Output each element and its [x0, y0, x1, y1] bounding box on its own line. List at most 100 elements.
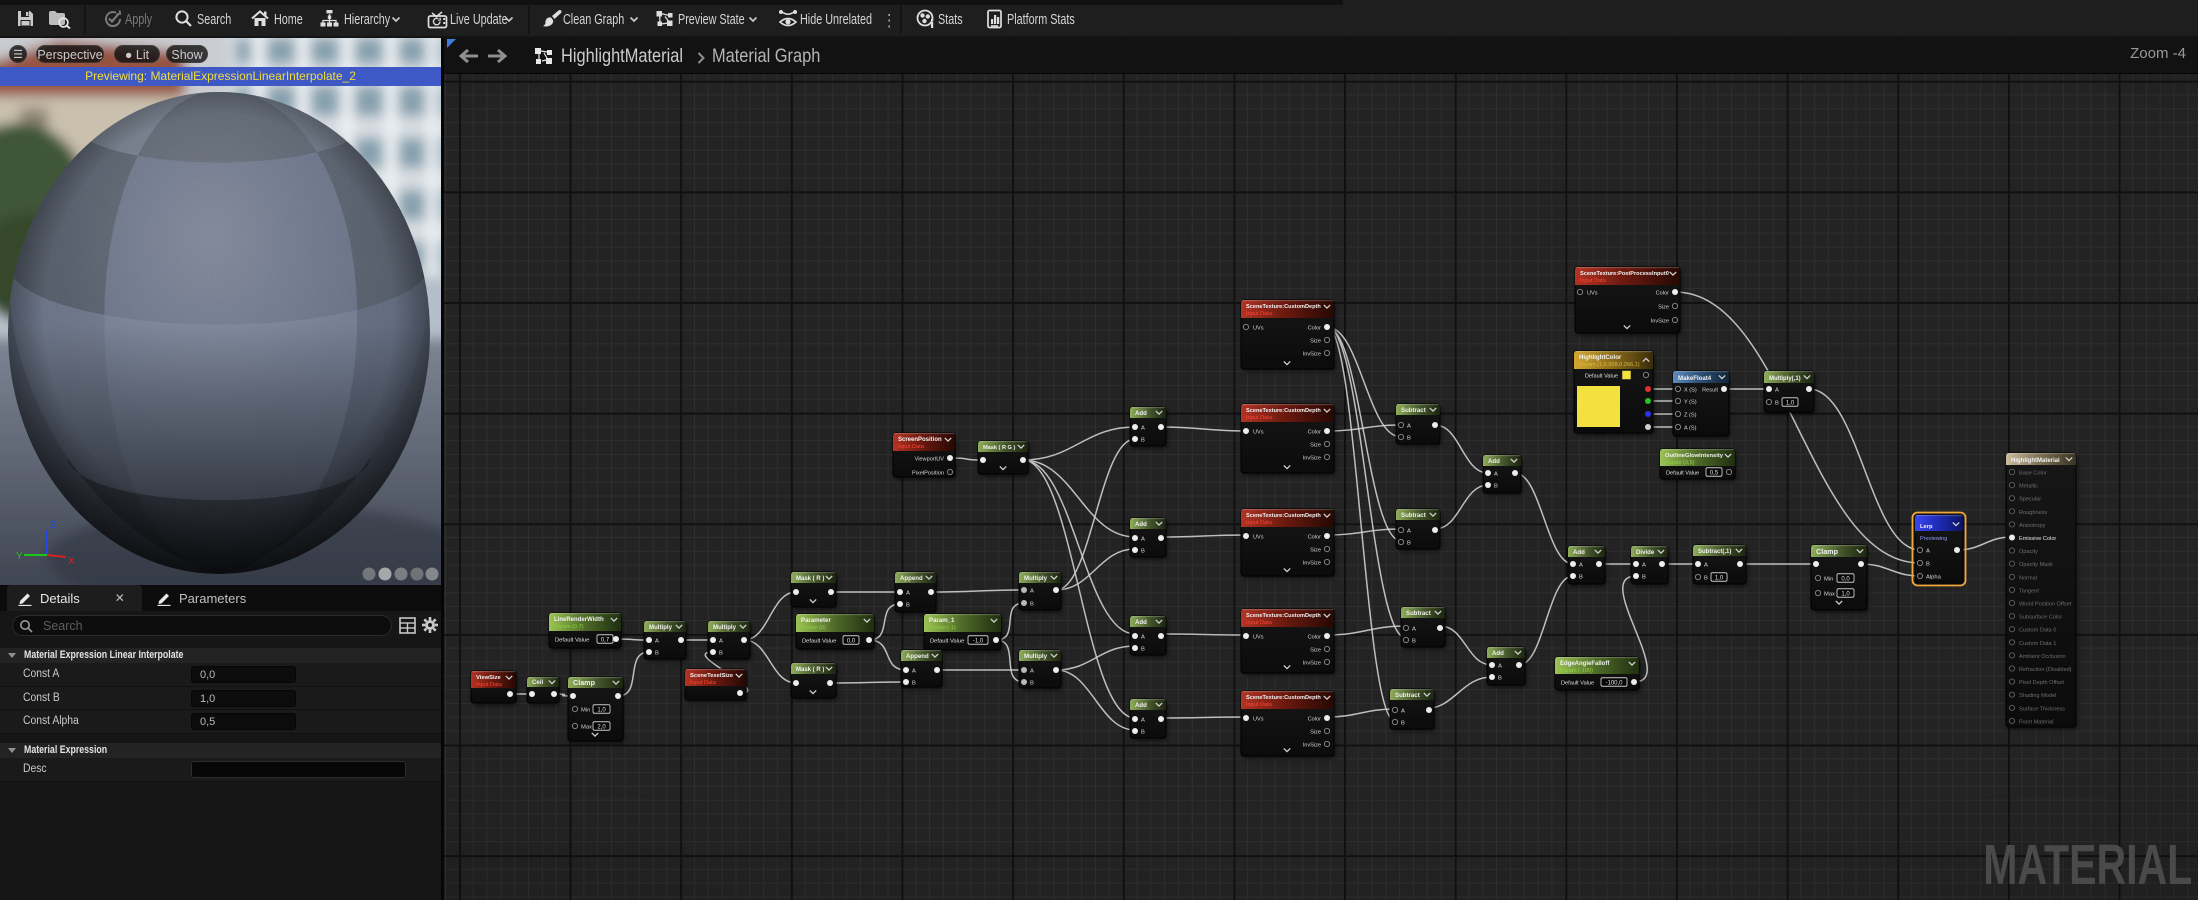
svg-text:Add: Add: [1573, 549, 1585, 556]
svg-text:Default Value: Default Value: [802, 639, 836, 645]
svg-text:Lerp: Lerp: [1920, 524, 1933, 530]
svg-text:Y (S): Y (S): [1684, 400, 1697, 406]
svg-text:Add: Add: [1488, 458, 1500, 465]
svg-text:Default Value: Default Value: [930, 639, 964, 645]
svg-text:A: A: [912, 669, 916, 675]
svg-text:A: A: [1926, 549, 1930, 555]
svg-text:Default Value: Default Value: [555, 638, 589, 644]
svg-text:B: B: [719, 651, 723, 657]
svg-text:Multiply: Multiply: [1024, 575, 1048, 582]
svg-text:Shading Model: Shading Model: [2019, 693, 2056, 699]
svg-text:1,0: 1,0: [1841, 591, 1850, 597]
svg-text:Color: Color: [1308, 535, 1322, 541]
svg-text:Alpha: Alpha: [1926, 575, 1942, 581]
svg-text:SceneTexture:CustomDepth: SceneTexture:CustomDepth: [1246, 408, 1321, 414]
svg-text:Z (S): Z (S): [1684, 413, 1697, 419]
svg-text:Clamp: Clamp: [1816, 547, 1839, 556]
svg-text:A: A: [1412, 627, 1416, 633]
svg-text:Color: Color: [1308, 326, 1322, 332]
svg-text:A: A: [655, 639, 659, 645]
svg-text:InvSize: InvSize: [1303, 456, 1321, 462]
svg-text:Subtract: Subtract: [1406, 610, 1431, 617]
svg-text:B: B: [1141, 647, 1145, 653]
svg-text:Emissive Color: Emissive Color: [2019, 536, 2056, 542]
svg-text:Max: Max: [581, 725, 592, 731]
svg-text:A: A: [719, 639, 723, 645]
svg-text:A: A: [1775, 388, 1779, 394]
svg-text:ViewSize: ViewSize: [476, 675, 501, 681]
svg-text:Multiply: Multiply: [1024, 653, 1048, 660]
svg-text:B: B: [1579, 575, 1583, 581]
svg-text:Y: Y: [16, 551, 23, 562]
svg-text:Color: Color: [1308, 635, 1322, 641]
svg-text:B: B: [1704, 576, 1708, 582]
svg-text:Append: Append: [906, 653, 929, 660]
svg-text:0,7: 0,7: [601, 637, 610, 643]
svg-text:HighlightColor: HighlightColor: [1579, 354, 1622, 361]
svg-text:Surface Thickness: Surface Thickness: [2019, 706, 2065, 712]
svg-text:A: A: [1407, 424, 1411, 430]
svg-text:Size: Size: [1310, 730, 1321, 736]
svg-text:Param (0): Param (0): [801, 625, 826, 631]
svg-text:Divide: Divide: [1636, 549, 1655, 556]
svg-text:Param_1: Param_1: [929, 617, 955, 624]
svg-text:A: A: [1401, 709, 1405, 715]
svg-text:1,0: 1,0: [1715, 575, 1724, 581]
svg-text:A: A: [1642, 563, 1646, 569]
svg-text:World Position Offset: World Position Offset: [2019, 602, 2072, 608]
svg-text:1,0: 1,0: [1786, 400, 1795, 406]
svg-text:UVs: UVs: [1253, 326, 1264, 332]
svg-text:Previewing: Previewing: [1920, 536, 1947, 542]
svg-text:B: B: [1030, 602, 1034, 608]
svg-text:A: A: [1141, 537, 1145, 543]
svg-text:Add: Add: [1135, 521, 1147, 528]
svg-text:Anisotropy: Anisotropy: [2019, 523, 2046, 529]
svg-text:Subtract: Subtract: [1401, 512, 1426, 519]
svg-text:A: A: [1498, 664, 1502, 670]
svg-text:Opacity: Opacity: [2019, 549, 2038, 555]
svg-text:Parameter: Parameter: [801, 617, 831, 624]
svg-text:B: B: [1494, 484, 1498, 490]
svg-text:A: A: [1030, 669, 1034, 675]
svg-text:Subtract: Subtract: [1395, 692, 1420, 699]
svg-text:Input Data: Input Data: [1246, 620, 1273, 626]
svg-text:Input Data: Input Data: [476, 682, 503, 688]
svg-text:X (S): X (S): [1684, 388, 1697, 394]
svg-text:B: B: [1412, 639, 1416, 645]
svg-text:2,0: 2,0: [597, 724, 606, 730]
svg-text:Add: Add: [1135, 619, 1147, 626]
svg-text:Multiply: Multiply: [713, 624, 737, 631]
svg-text:A: A: [1141, 635, 1145, 641]
svg-text:Color: Color: [1656, 291, 1670, 297]
svg-text:Opacity Mask: Opacity Mask: [2019, 562, 2053, 568]
svg-text:Param (1,0.958,0.266,1): Param (1,0.958,0.266,1): [1579, 362, 1640, 368]
svg-text:Add: Add: [1492, 650, 1504, 657]
svg-text:SceneTexture:CustomDepth: SceneTexture:CustomDepth: [1246, 304, 1321, 310]
svg-text:Default Value: Default Value: [1585, 374, 1618, 380]
svg-text:Input Data: Input Data: [1246, 520, 1273, 526]
svg-text:InvSize: InvSize: [1303, 743, 1321, 749]
svg-text:UVs: UVs: [1253, 635, 1264, 641]
svg-text:B: B: [1775, 401, 1779, 407]
svg-text:Subtract: Subtract: [1401, 407, 1426, 414]
svg-text:Roughness: Roughness: [2019, 510, 2048, 516]
svg-text:A: A: [1579, 563, 1583, 569]
svg-text:MakeFloat4: MakeFloat4: [1678, 375, 1712, 382]
svg-text:Size: Size: [1310, 648, 1321, 654]
svg-text:HighlightMaterial: HighlightMaterial: [2011, 458, 2060, 464]
svg-text:X: X: [68, 556, 75, 567]
svg-text:A: A: [1141, 718, 1145, 724]
svg-text:Specular: Specular: [2019, 497, 2041, 503]
svg-text:Custom Data 0: Custom Data 0: [2019, 628, 2056, 634]
svg-text:Mask ( R ): Mask ( R ): [796, 667, 824, 673]
svg-text:B: B: [1141, 438, 1145, 444]
svg-text:OutlineGlowIntensity: OutlineGlowIntensity: [1665, 453, 1724, 459]
svg-text:UVs: UVs: [1253, 430, 1264, 436]
svg-text:A: A: [1704, 563, 1708, 569]
svg-text:Add: Add: [1135, 410, 1147, 417]
svg-text:A: A: [1030, 589, 1034, 595]
svg-text:Input Data: Input Data: [1580, 278, 1607, 284]
svg-text:SceneTexture:PostProcessInput0: SceneTexture:PostProcessInput0: [1580, 271, 1669, 277]
svg-text:Max: Max: [1824, 592, 1835, 598]
svg-text:Input Data: Input Data: [898, 444, 925, 450]
